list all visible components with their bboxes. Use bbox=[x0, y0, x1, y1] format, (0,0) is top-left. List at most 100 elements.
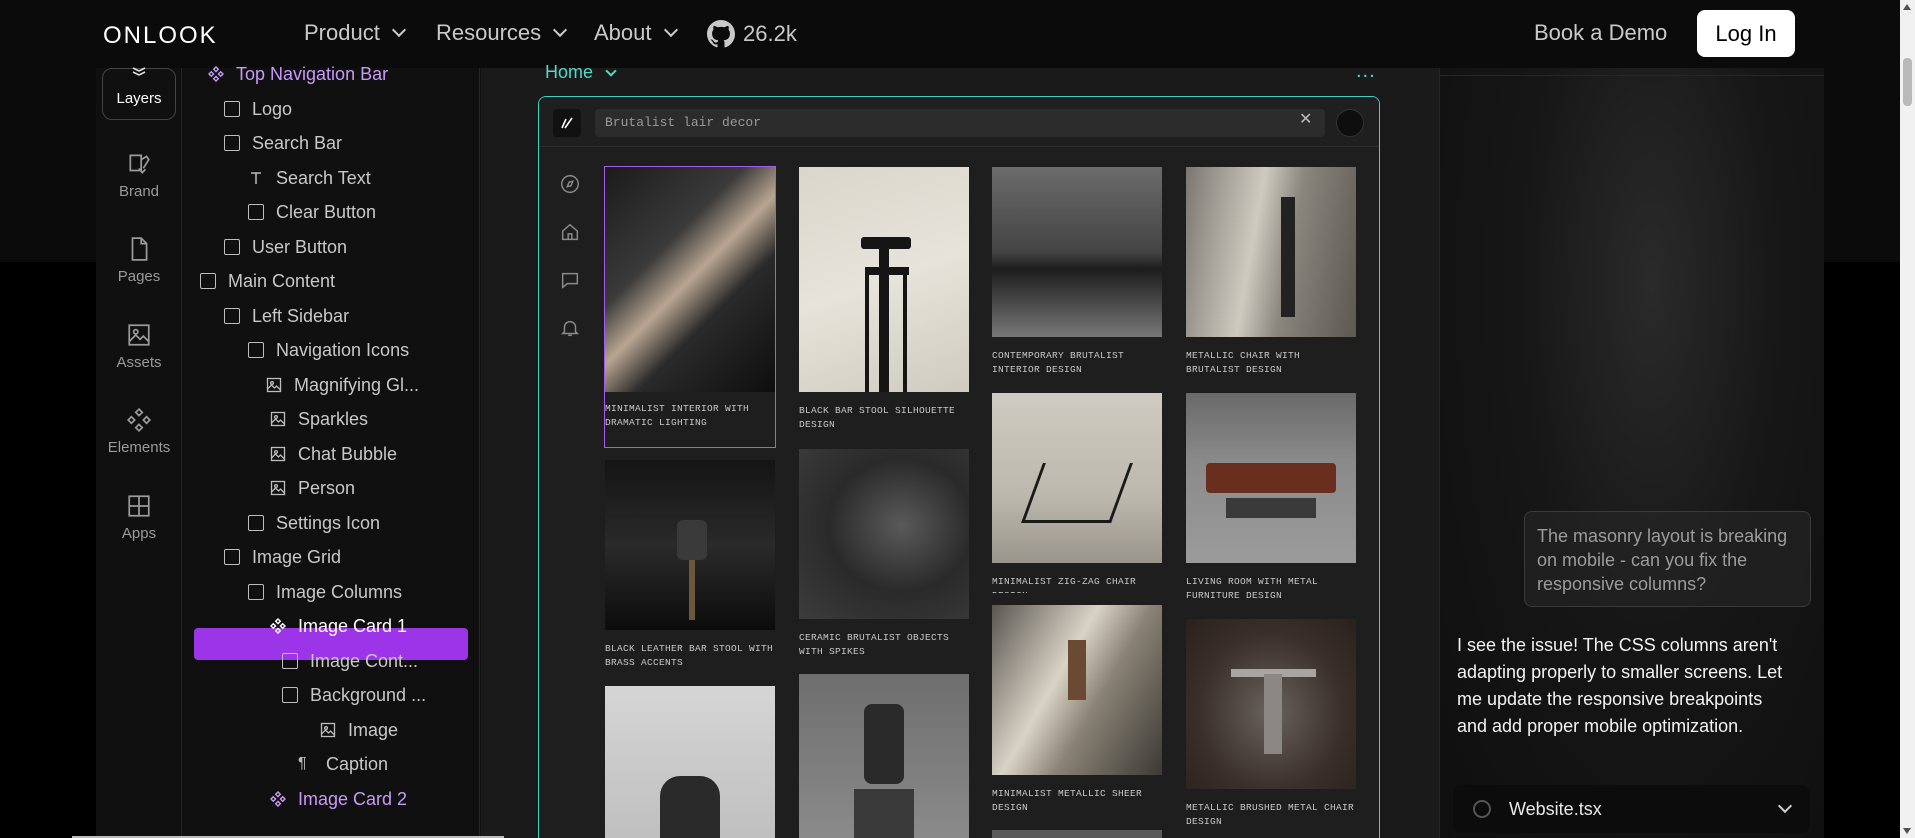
layer-item[interactable]: Image Columns bbox=[248, 576, 402, 608]
card-image bbox=[799, 674, 969, 838]
frame-icon bbox=[248, 204, 264, 220]
card-caption: Minimalist zig-zag chair design bbox=[992, 576, 1137, 593]
layer-item[interactable]: Navigation Icons bbox=[248, 334, 409, 366]
rail-elements[interactable]: Elements bbox=[102, 396, 176, 466]
nav-about-label: About bbox=[594, 20, 652, 45]
scroll-up-icon[interactable] bbox=[1903, 4, 1911, 10]
layer-item-label: Image Card 1 bbox=[298, 615, 408, 636]
github-icon bbox=[707, 20, 735, 48]
login-button[interactable]: Log In bbox=[1697, 10, 1795, 57]
file-name: Website.tsx bbox=[1509, 798, 1602, 819]
layer-item[interactable]: Logo bbox=[224, 93, 292, 125]
home-icon[interactable] bbox=[559, 221, 581, 243]
image-card[interactable]: Minimalist interior with dramatic lighti… bbox=[604, 166, 776, 448]
image-card[interactable]: Contemporary brutalist interior design bbox=[992, 167, 1162, 387]
image-icon bbox=[266, 377, 282, 393]
nav-resources[interactable]: Resources bbox=[436, 20, 568, 46]
card-caption: Minimalist metallic sheer design bbox=[992, 788, 1143, 813]
rail-pages[interactable]: Pages bbox=[102, 225, 176, 295]
layer-item[interactable]: Main Content bbox=[200, 265, 335, 297]
layer-item-label: Main Content bbox=[228, 270, 336, 291]
layer-item[interactable]: ¶ Caption bbox=[298, 748, 388, 780]
rail-apps[interactable]: Apps bbox=[102, 482, 176, 552]
nav-about[interactable]: About bbox=[594, 20, 678, 46]
nav-product[interactable]: Product bbox=[304, 20, 406, 46]
layer-item[interactable]: Image Cont... bbox=[282, 645, 418, 677]
image-card[interactable]: Metallic brushed metal chair design bbox=[1186, 619, 1356, 838]
paragraph-icon: ¶ bbox=[298, 755, 307, 772]
layer-item-label: Settings Icon bbox=[276, 512, 381, 533]
rail-elements-label: Elements bbox=[107, 438, 171, 456]
image-card[interactable]: Black bar stool silhouette design bbox=[799, 167, 969, 437]
nav-product-label: Product bbox=[304, 20, 380, 45]
image-card bbox=[605, 686, 775, 838]
layer-item[interactable]: Image Card 1 bbox=[270, 610, 407, 642]
chevron-down-icon[interactable] bbox=[1777, 798, 1793, 814]
chevron-down-icon bbox=[553, 22, 568, 38]
frame-icon bbox=[248, 584, 264, 600]
compass-icon[interactable] bbox=[559, 173, 581, 195]
rail-assets-label: Assets bbox=[116, 353, 162, 371]
bell-icon[interactable] bbox=[559, 317, 581, 339]
card-caption: Contemporary brutalist interior design bbox=[992, 350, 1125, 375]
image-card[interactable]: Minimalist metallic sheer design bbox=[992, 605, 1162, 825]
book-demo-link[interactable]: Book a Demo bbox=[1534, 20, 1667, 46]
layer-item[interactable]: Search Bar bbox=[224, 127, 342, 159]
layer-item-label: Clear Button bbox=[276, 201, 377, 222]
layer-item-label: Navigation Icons bbox=[276, 339, 410, 360]
card-image bbox=[1186, 619, 1356, 789]
preview-logo-icon[interactable] bbox=[553, 109, 581, 137]
layer-item[interactable]: Image bbox=[320, 714, 398, 746]
chat-bubble-icon[interactable] bbox=[559, 269, 581, 291]
layers-icon bbox=[131, 64, 147, 82]
user-avatar[interactable] bbox=[1336, 109, 1364, 137]
rail-assets[interactable]: Assets bbox=[102, 311, 176, 381]
image-card[interactable]: Living room with metal furniture design bbox=[1186, 393, 1356, 613]
layer-item-label: Left Sidebar bbox=[252, 305, 350, 326]
layer-item-label: Magnifying Gl... bbox=[294, 374, 420, 395]
frame-more-button[interactable]: ... bbox=[1356, 60, 1376, 83]
brush-icon bbox=[129, 153, 150, 174]
layer-item[interactable]: Background ... bbox=[282, 679, 426, 711]
onlook-logo[interactable]: ONLOOK bbox=[103, 22, 218, 50]
layer-item[interactable]: Sparkles bbox=[270, 403, 368, 435]
nav-resources-label: Resources bbox=[436, 20, 542, 45]
component-icon bbox=[126, 407, 152, 432]
layer-item[interactable]: Top Navigation Bar bbox=[208, 58, 388, 90]
image-card bbox=[799, 674, 969, 838]
user-message: The masonry layout is breaking on mobile… bbox=[1524, 511, 1811, 607]
preview-search-input[interactable]: Brutalist lair decor bbox=[595, 109, 1325, 137]
text-icon bbox=[251, 172, 261, 184]
scroll-down-icon[interactable] bbox=[1903, 828, 1911, 834]
layer-item-label: Top Navigation Bar bbox=[236, 63, 389, 84]
close-icon[interactable]: ✕ bbox=[1299, 109, 1312, 129]
layer-item[interactable]: Person bbox=[270, 472, 355, 504]
layer-item[interactable]: User Button bbox=[224, 231, 347, 263]
page-selector[interactable]: Home bbox=[545, 62, 617, 83]
layer-item[interactable]: Left Sidebar bbox=[224, 300, 349, 332]
layer-item[interactable]: Image Card 2 bbox=[270, 783, 407, 815]
image-card[interactable]: Black leather bar stool with brass accen… bbox=[605, 460, 775, 675]
page-scrollbar[interactable] bbox=[1900, 0, 1915, 838]
image-card[interactable]: Ceramic brutalist objects with spikes bbox=[799, 449, 969, 669]
scroll-thumb[interactable] bbox=[1903, 58, 1912, 106]
layer-item[interactable]: Search Text bbox=[248, 162, 371, 194]
image-card[interactable]: Minimalist zig-zag chair design bbox=[992, 393, 1162, 593]
chevron-down-icon bbox=[663, 22, 678, 38]
card-image bbox=[1186, 393, 1356, 563]
layer-item[interactable]: Clear Button bbox=[248, 196, 376, 228]
card-image bbox=[799, 167, 969, 392]
layer-item[interactable]: Chat Bubble bbox=[270, 438, 397, 470]
image-card[interactable]: Metallic chair with brutalist design bbox=[1186, 167, 1356, 387]
card-caption: Metallic chair with brutalist design bbox=[1186, 350, 1301, 375]
file-change-bar[interactable]: Website.tsx bbox=[1453, 785, 1810, 833]
card-image bbox=[992, 393, 1162, 563]
page: { "nav": { "logo": "ONLOOK", "items": ["… bbox=[0, 0, 1915, 838]
github-link[interactable]: 26.2k bbox=[707, 20, 797, 48]
layer-item[interactable]: Magnifying Gl... bbox=[266, 369, 419, 401]
layer-item[interactable]: Image Grid bbox=[224, 541, 341, 573]
layer-item[interactable]: Settings Icon bbox=[248, 507, 380, 539]
card-image bbox=[799, 449, 969, 619]
preview-frame[interactable]: Brutalist lair decor ✕ Minimalist interi… bbox=[538, 96, 1380, 838]
rail-brand[interactable]: Brand bbox=[102, 140, 176, 210]
